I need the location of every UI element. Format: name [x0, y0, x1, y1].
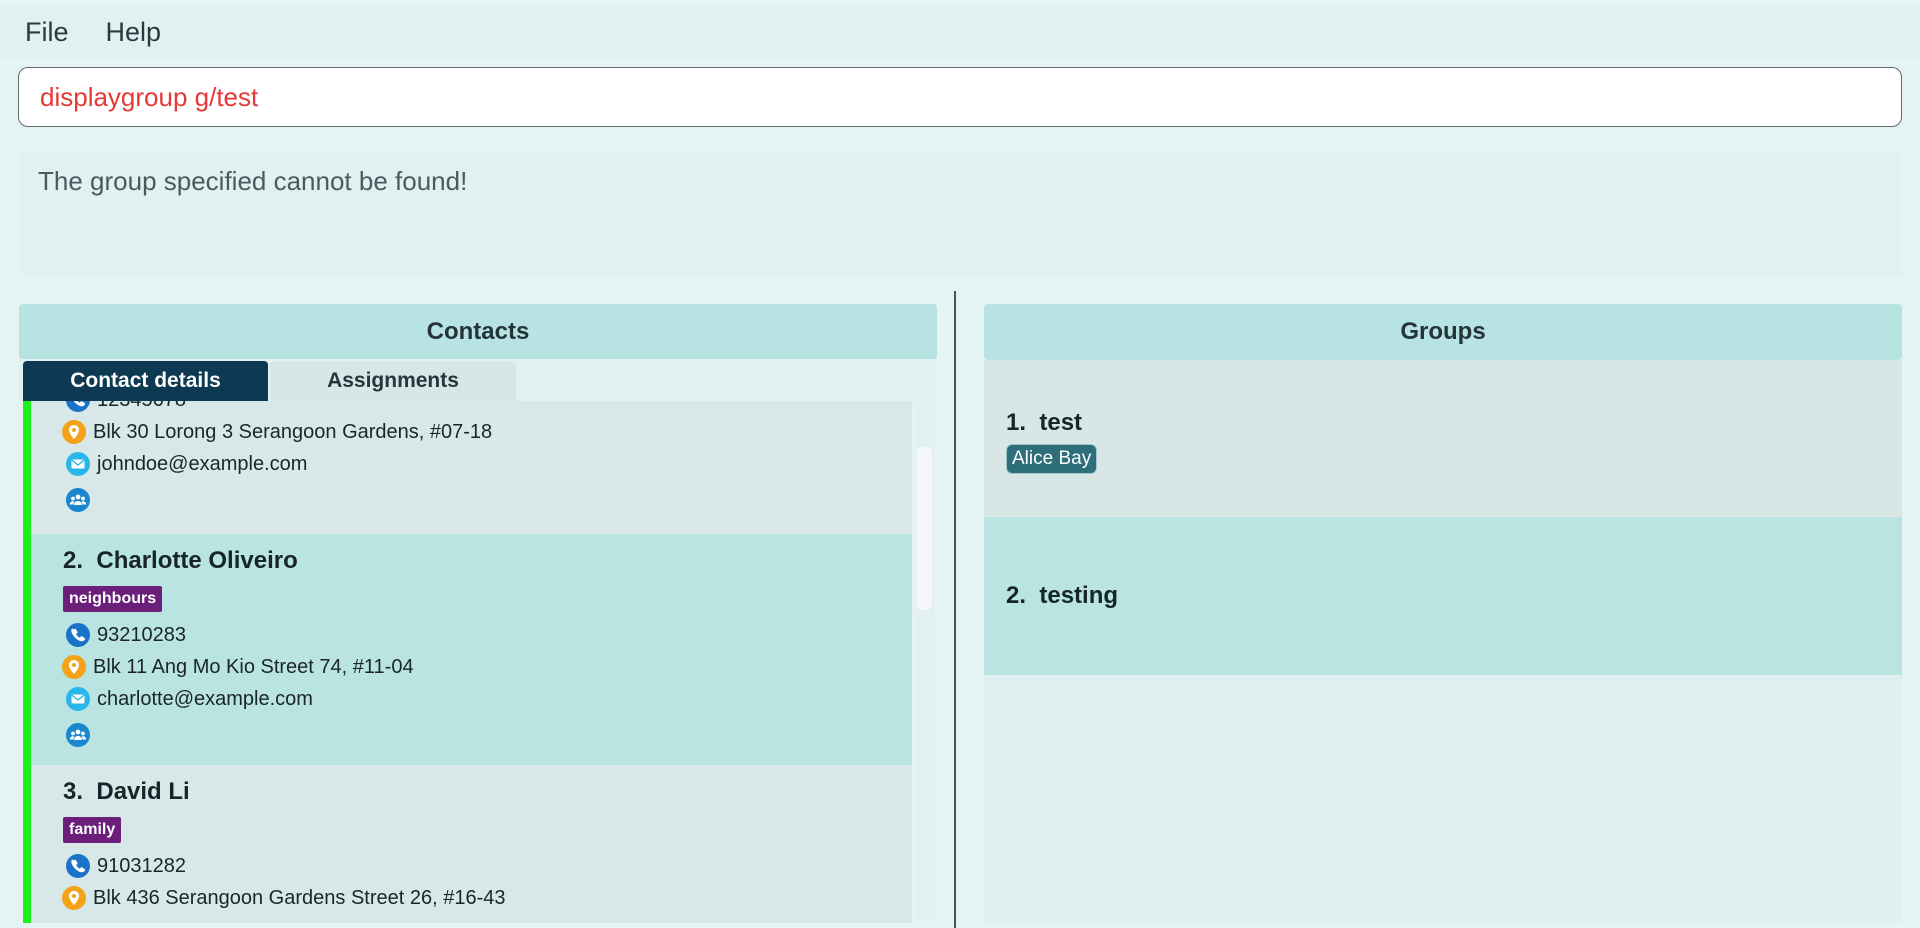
group-name-text: testing — [1039, 582, 1119, 609]
group-card[interactable]: 2. testing — [984, 517, 1902, 675]
phone-icon — [66, 401, 90, 412]
group-name: 1. test — [1006, 409, 1082, 437]
phone-icon — [66, 854, 90, 878]
contact-address: Blk 436 Serangoon Gardens Street 26, #16… — [93, 886, 506, 909]
panel-divider[interactable] — [954, 291, 956, 928]
contact-card[interactable]: 12345678 Blk 30 Lorong 3 Serangoon Garde… — [23, 401, 912, 534]
email-row: charlotte@example.com — [65, 686, 313, 712]
email-icon — [65, 451, 91, 477]
groups-row — [65, 487, 97, 513]
location-pin-icon — [62, 886, 86, 910]
groups-row — [65, 722, 97, 748]
contact-name: 3. David Li — [63, 778, 190, 806]
command-input[interactable] — [19, 80, 1901, 114]
tab-contact-details[interactable]: Contact details — [23, 361, 268, 401]
group-name-text: test — [1039, 409, 1083, 436]
command-box — [18, 67, 1902, 127]
contact-phone: 91031282 — [97, 854, 186, 877]
contact-name: 2. Charlotte Oliveiro — [63, 547, 298, 575]
contact-index: 3. — [63, 778, 84, 805]
group-icon — [66, 723, 90, 747]
contact-card[interactable]: 2. Charlotte Oliveiro neighbours 9321028… — [23, 534, 912, 765]
menu-bar: File Help — [0, 6, 1920, 58]
contact-tabs: Contact details Assignments — [19, 359, 937, 401]
contact-tag: family — [63, 817, 122, 843]
group-index: 2. — [1006, 582, 1027, 609]
contact-address: Blk 30 Lorong 3 Serangoon Gardens, #07-1… — [93, 420, 493, 443]
group-name: 2. testing — [1006, 582, 1118, 610]
email-row: johndoe@example.com — [65, 451, 307, 477]
phone-icon — [66, 623, 90, 647]
contact-index: 2. — [63, 547, 84, 574]
group-index: 1. — [1006, 409, 1027, 436]
contact-list[interactable]: 12345678 Blk 30 Lorong 3 Serangoon Garde… — [23, 401, 914, 923]
location-pin-icon — [62, 420, 86, 444]
menu-help[interactable]: Help — [106, 17, 162, 48]
contact-email: johndoe@example.com — [97, 452, 308, 475]
groups-header: Groups — [984, 304, 1902, 360]
contact-name-text: Charlotte Oliveiro — [96, 547, 298, 574]
groups-title: Groups — [1400, 318, 1486, 345]
contact-tag: neighbours — [63, 586, 163, 612]
contact-name-text: David Li — [96, 778, 190, 805]
contact-address: Blk 11 Ang Mo Kio Street 74, #11-04 — [93, 655, 414, 678]
phone-row: 91031282 — [65, 853, 186, 879]
contact-phone: 12345678 — [97, 401, 186, 412]
tab-label: Assignments — [327, 369, 459, 392]
tab-assignments[interactable]: Assignments — [270, 361, 516, 401]
menu-file[interactable]: File — [25, 17, 69, 48]
group-member-chip: Alice Bay — [1006, 444, 1098, 474]
contact-card[interactable]: 3. David Li family 91031282 Blk 436 Sera… — [23, 765, 912, 923]
contacts-header: Contacts — [19, 304, 937, 360]
contact-phone: 93210283 — [97, 623, 186, 646]
address-row: Blk 11 Ang Mo Kio Street 74, #11-04 — [61, 654, 414, 680]
tab-label: Contact details — [70, 369, 221, 392]
contacts-title: Contacts — [426, 318, 530, 345]
address-row: Blk 436 Serangoon Gardens Street 26, #16… — [61, 885, 506, 911]
group-icon — [66, 488, 90, 512]
result-message: The group specified cannot be found! — [38, 166, 468, 196]
group-card[interactable]: 1. test Alice Bay — [984, 360, 1902, 517]
contact-list-scrollbar-thumb[interactable] — [917, 447, 932, 610]
result-display: The group specified cannot be found! — [20, 152, 1902, 276]
address-row: Blk 30 Lorong 3 Serangoon Gardens, #07-1… — [61, 419, 492, 445]
phone-row: 93210283 — [65, 622, 186, 648]
location-pin-icon — [62, 655, 86, 679]
phone-row: 12345678 — [65, 401, 186, 413]
contact-email: charlotte@example.com — [97, 687, 313, 710]
email-icon — [65, 686, 91, 712]
